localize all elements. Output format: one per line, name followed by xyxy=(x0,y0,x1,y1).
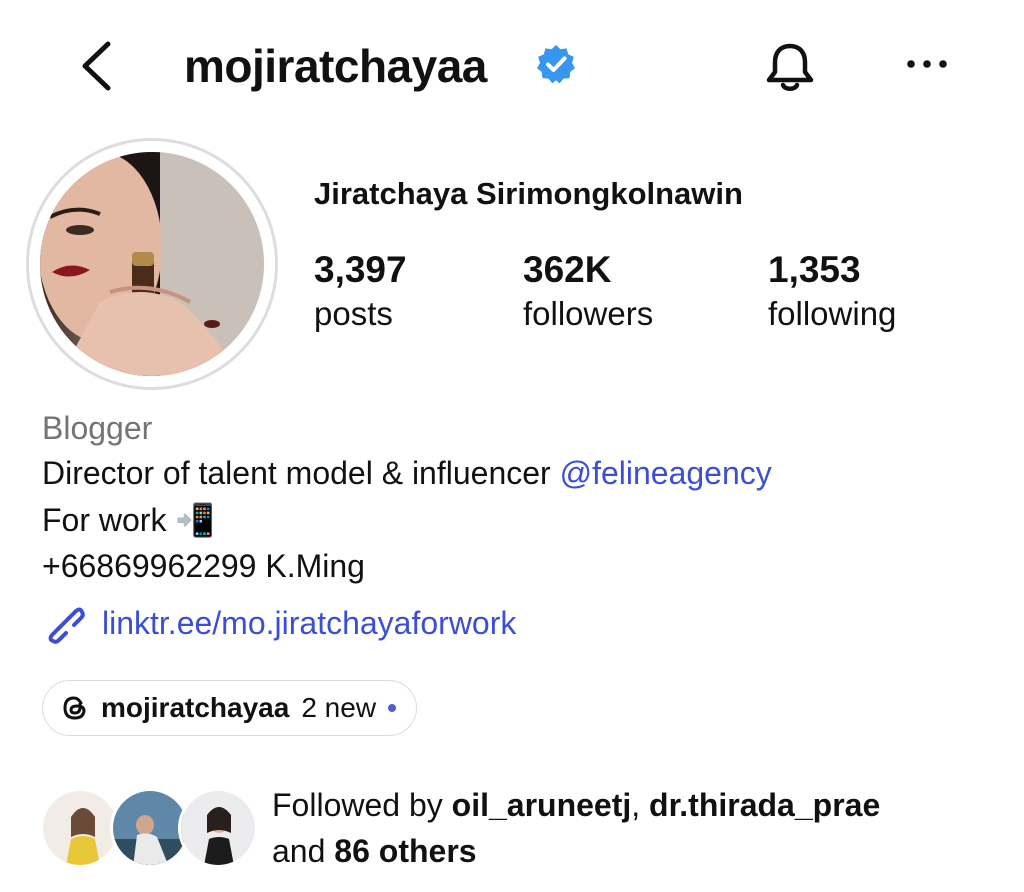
bio-mention-link[interactable]: @felineagency xyxy=(560,455,772,491)
bio-link-text: linktr.ee/mo.jiratchayaforwork xyxy=(102,604,517,641)
more-icon xyxy=(907,60,947,68)
follower-avatar[interactable] xyxy=(178,788,258,868)
phone-emoji-icon: 📲 xyxy=(175,502,216,538)
bio-text: Director of talent model & influencer xyxy=(42,455,560,491)
stat-posts-label: posts xyxy=(314,295,393,332)
new-indicator-dot xyxy=(388,704,397,712)
stat-posts[interactable]: 3,397 posts xyxy=(314,248,407,336)
link-icon xyxy=(48,607,85,644)
avatar[interactable] xyxy=(40,152,264,376)
threads-username: mojiratchayaa xyxy=(101,692,290,723)
followed-by-separator: , xyxy=(631,787,650,823)
stat-posts-value: 3,397 xyxy=(314,249,407,290)
more-options-button[interactable] xyxy=(900,44,956,84)
stat-followers-label: followers xyxy=(523,295,654,332)
followed-by-and: and xyxy=(272,833,335,869)
back-button[interactable] xyxy=(72,36,122,96)
stat-following-value: 1,353 xyxy=(768,249,861,290)
chevron-left-icon xyxy=(82,41,111,91)
bio-external-link[interactable]: linktr.ee/mo.jiratchayaforwork xyxy=(42,598,516,648)
threads-new-count: 2 new xyxy=(301,692,377,723)
followed-by-prefix: Followed by xyxy=(272,787,452,823)
notifications-button[interactable] xyxy=(760,40,820,94)
bio-line-3: +66869962299 K.Ming xyxy=(42,548,365,584)
threads-badge-button[interactable]: mojiratchayaa 2 new xyxy=(42,680,418,736)
followed-by-user-2[interactable]: dr.thirada_prae xyxy=(649,787,880,823)
bio-line-1: Director of talent model & influencer @f… xyxy=(42,450,772,496)
stat-followers[interactable]: 362K followers xyxy=(523,248,653,336)
bio-text: For work xyxy=(42,502,167,538)
full-name: Jiratchaya Sirimongkolnawin xyxy=(314,176,743,211)
followed-by-user-1[interactable]: oil_aruneetj xyxy=(452,787,632,823)
threads-icon xyxy=(63,696,86,720)
header-username: mojiratchayaa xyxy=(184,40,487,92)
follower-avatar[interactable] xyxy=(40,788,120,868)
followed-by-text: Followed by oil_aruneetj, dr.thirada_pra… xyxy=(272,782,880,874)
stat-following[interactable]: 1,353 following xyxy=(768,248,896,336)
stat-following-label: following xyxy=(768,295,897,332)
bell-icon xyxy=(766,43,814,91)
bio-line-2: For work 📲 xyxy=(42,497,215,543)
verified-badge-icon xyxy=(535,43,577,85)
followed-by-others[interactable]: 86 others xyxy=(334,833,476,869)
stat-followers-value: 362K xyxy=(523,249,612,290)
profile-category: Blogger xyxy=(42,410,153,446)
